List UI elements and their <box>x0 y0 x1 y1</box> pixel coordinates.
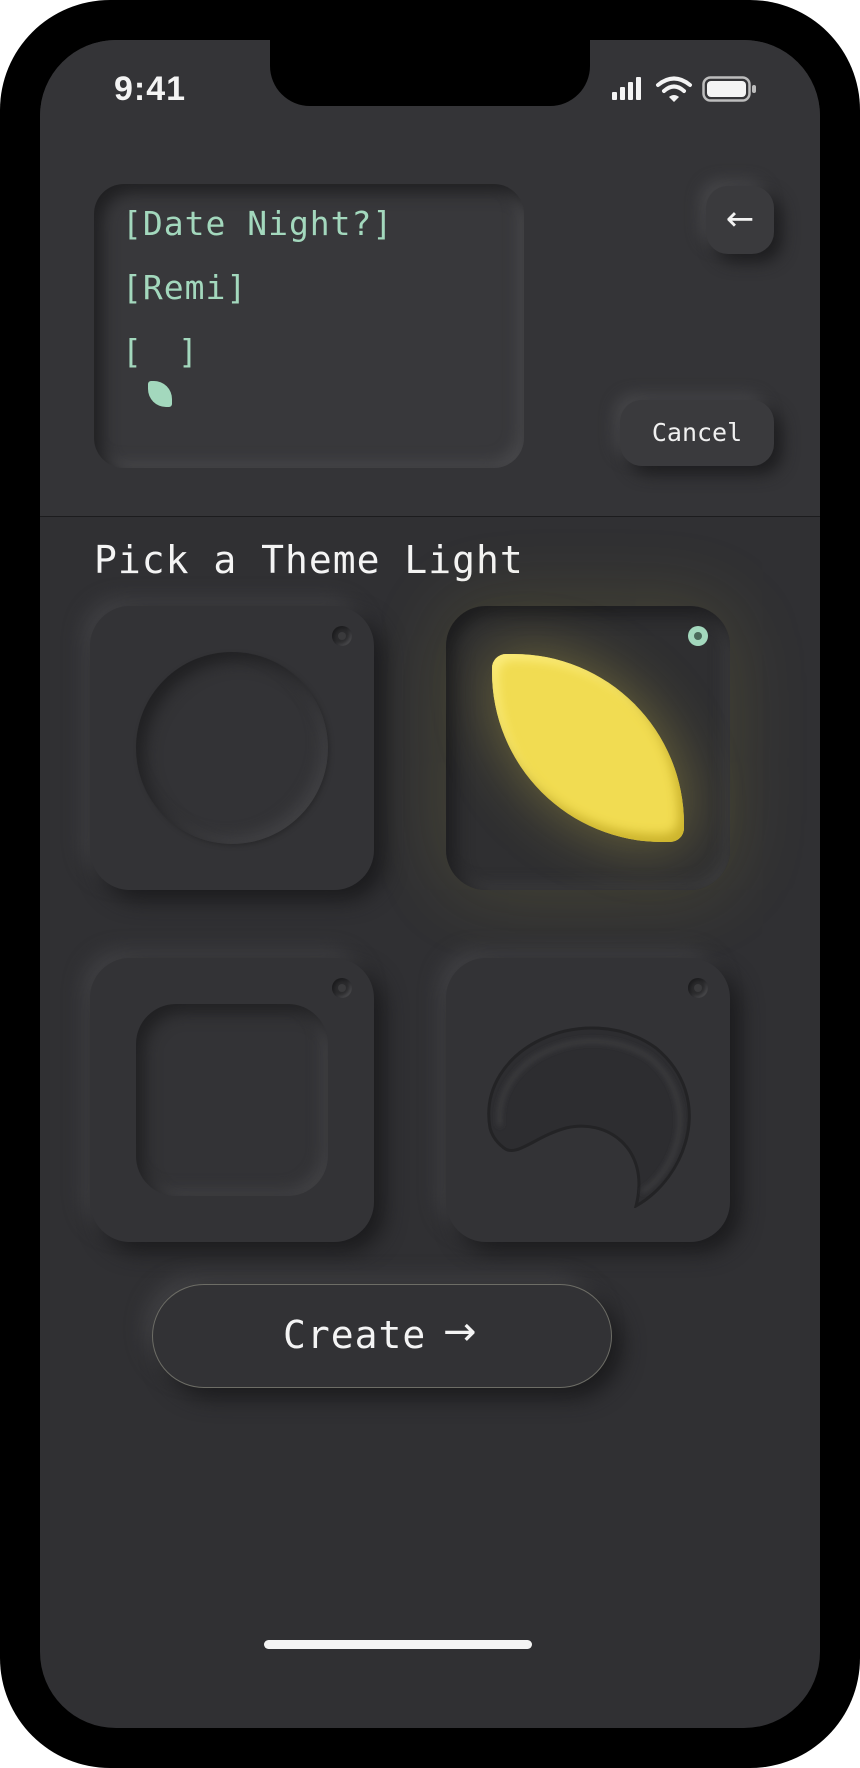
wifi-icon <box>654 74 694 104</box>
app-screen: 9:41 [Date Night?] [Remi] [] ← Cancel P… <box>40 40 820 1728</box>
device-notch <box>270 40 590 106</box>
radio-indicator <box>688 978 708 998</box>
arrow-right-icon: → <box>443 1309 477 1355</box>
preview-name: [Remi] <box>122 268 248 307</box>
theme-option-leaf[interactable] <box>446 606 730 890</box>
back-button[interactable]: ← <box>706 186 774 254</box>
circle-shape-icon <box>136 652 328 844</box>
cancel-button[interactable]: Cancel <box>620 400 774 466</box>
create-button-label: Create <box>283 1313 427 1357</box>
leaf-shape-icon <box>492 654 684 842</box>
theme-option-rounded-square[interactable] <box>90 958 374 1242</box>
battery-icon <box>702 76 758 102</box>
home-indicator[interactable] <box>264 1640 532 1649</box>
create-button[interactable]: Create → <box>152 1284 612 1388</box>
radio-indicator <box>332 626 352 646</box>
radio-indicator <box>332 978 352 998</box>
theme-option-crescent[interactable] <box>446 958 730 1242</box>
rounded-square-shape-icon <box>136 1004 328 1196</box>
status-time: 9:41 <box>114 70 187 108</box>
theme-option-circle[interactable] <box>90 606 374 890</box>
preview-icon-open-bracket: [ <box>122 332 142 371</box>
preview-icon-close-bracket: ] <box>178 332 198 371</box>
phone-frame: 9:41 [Date Night?] [Remi] [] ← Cancel P… <box>0 0 860 1768</box>
radio-indicator-selected <box>688 626 708 646</box>
cellular-signal-icon <box>610 74 650 104</box>
crescent-shape-icon <box>487 1026 691 1208</box>
arrow-left-icon: ← <box>725 199 755 239</box>
theme-picker-title: Pick a Theme Light <box>94 538 524 582</box>
preview-title: [Date Night?] <box>122 204 394 243</box>
status-icons <box>610 74 770 104</box>
